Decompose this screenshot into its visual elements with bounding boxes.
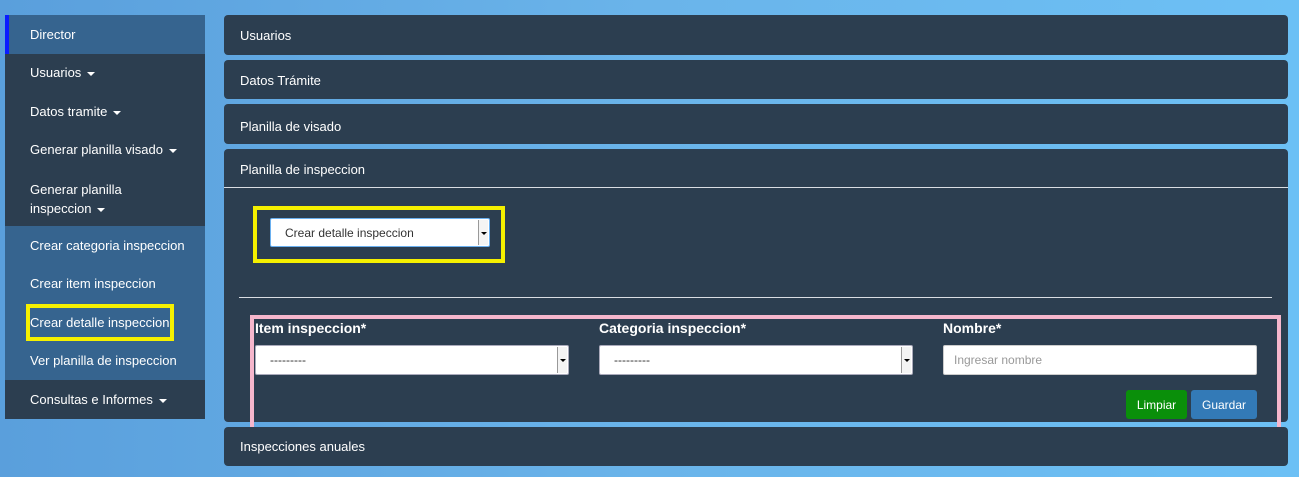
panel-title: Planilla de visado [240, 119, 342, 134]
sidebar-item-crear-categoria-inspeccion[interactable]: Crear categoria inspeccion [5, 226, 205, 265]
caret-down-icon [158, 398, 167, 403]
sidebar-item-label: Generar planilla [30, 182, 122, 197]
caret-down-icon [97, 207, 106, 212]
sidebar-item-datos-tramite[interactable]: Datos tramite [5, 92, 205, 131]
sidebar-item-generar-planilla-inspeccion[interactable]: Generar planilla inspeccion [5, 169, 205, 226]
sidebar-item-label: inspeccion [30, 201, 92, 216]
panel-usuarios[interactable]: Usuarios [224, 15, 1288, 55]
sidebar-item-generar-planilla-visado[interactable]: Generar planilla visado [5, 131, 205, 169]
sidebar-item-label: Crear categoria inspeccion [30, 238, 185, 253]
sidebar-item-label: Datos tramite [30, 104, 108, 119]
guardar-button[interactable]: Guardar [1191, 390, 1257, 419]
sidebar-item-label: Usuarios [30, 65, 82, 80]
caret-down-icon [87, 71, 96, 76]
panel-planilla-visado[interactable]: Planilla de visado [224, 104, 1288, 144]
sidebar-item-label: Crear item inspeccion [30, 276, 156, 291]
sidebar-highlight [26, 304, 174, 341]
select-value: Crear detalle inspeccion [285, 225, 414, 240]
dropdown-arrow-icon [901, 347, 911, 373]
nombre-input[interactable] [943, 345, 1257, 375]
sidebar-item-label: Consultas e Informes [30, 392, 153, 407]
panel-title: Inspecciones anuales [240, 439, 366, 454]
panel-title[interactable]: Planilla de inspeccion [240, 162, 365, 177]
item-inspeccion-select[interactable]: --------- [255, 345, 569, 375]
divider [239, 297, 1272, 298]
nombre-label: Nombre* [943, 320, 1002, 336]
sidebar-item-director[interactable]: Director [5, 15, 205, 54]
panel-title: Datos Trámite [240, 73, 321, 88]
sidebar-item-consultas-informes[interactable]: Consultas e Informes [5, 380, 205, 419]
panel-inspecciones-anuales[interactable]: Inspecciones anuales [224, 427, 1288, 466]
caret-down-icon [113, 110, 122, 115]
action-select[interactable]: Crear detalle inspeccion [270, 218, 490, 247]
divider [224, 187, 1288, 188]
panel-datos-tramite[interactable]: Datos Trámite [224, 60, 1288, 99]
sidebar: Director Usuarios Datos tramite Generar … [5, 15, 205, 419]
item-inspeccion-label: Item inspeccion* [255, 320, 367, 336]
sidebar-item-label: Director [30, 27, 76, 42]
select-value: --------- [614, 353, 650, 367]
sidebar-item-label: Ver planilla de inspeccion [30, 353, 177, 368]
categoria-inspeccion-select[interactable]: --------- [599, 345, 913, 375]
sidebar-item-label: Generar planilla visado [30, 142, 163, 157]
panel-title: Usuarios [240, 28, 292, 43]
caret-down-icon [168, 148, 177, 153]
sidebar-item-crear-item-inspeccion[interactable]: Crear item inspeccion [5, 265, 205, 303]
sidebar-item-usuarios[interactable]: Usuarios [5, 54, 205, 92]
sidebar-item-ver-planilla-inspeccion[interactable]: Ver planilla de inspeccion [5, 342, 205, 380]
limpiar-button[interactable]: Limpiar [1126, 390, 1187, 419]
categoria-inspeccion-label: Categoria inspeccion* [599, 320, 747, 336]
dropdown-arrow-icon [478, 220, 488, 245]
dropdown-arrow-icon [557, 347, 567, 373]
panel-planilla-inspeccion: Planilla de inspeccion Crear detalle ins… [224, 149, 1288, 433]
select-value: --------- [270, 353, 306, 367]
